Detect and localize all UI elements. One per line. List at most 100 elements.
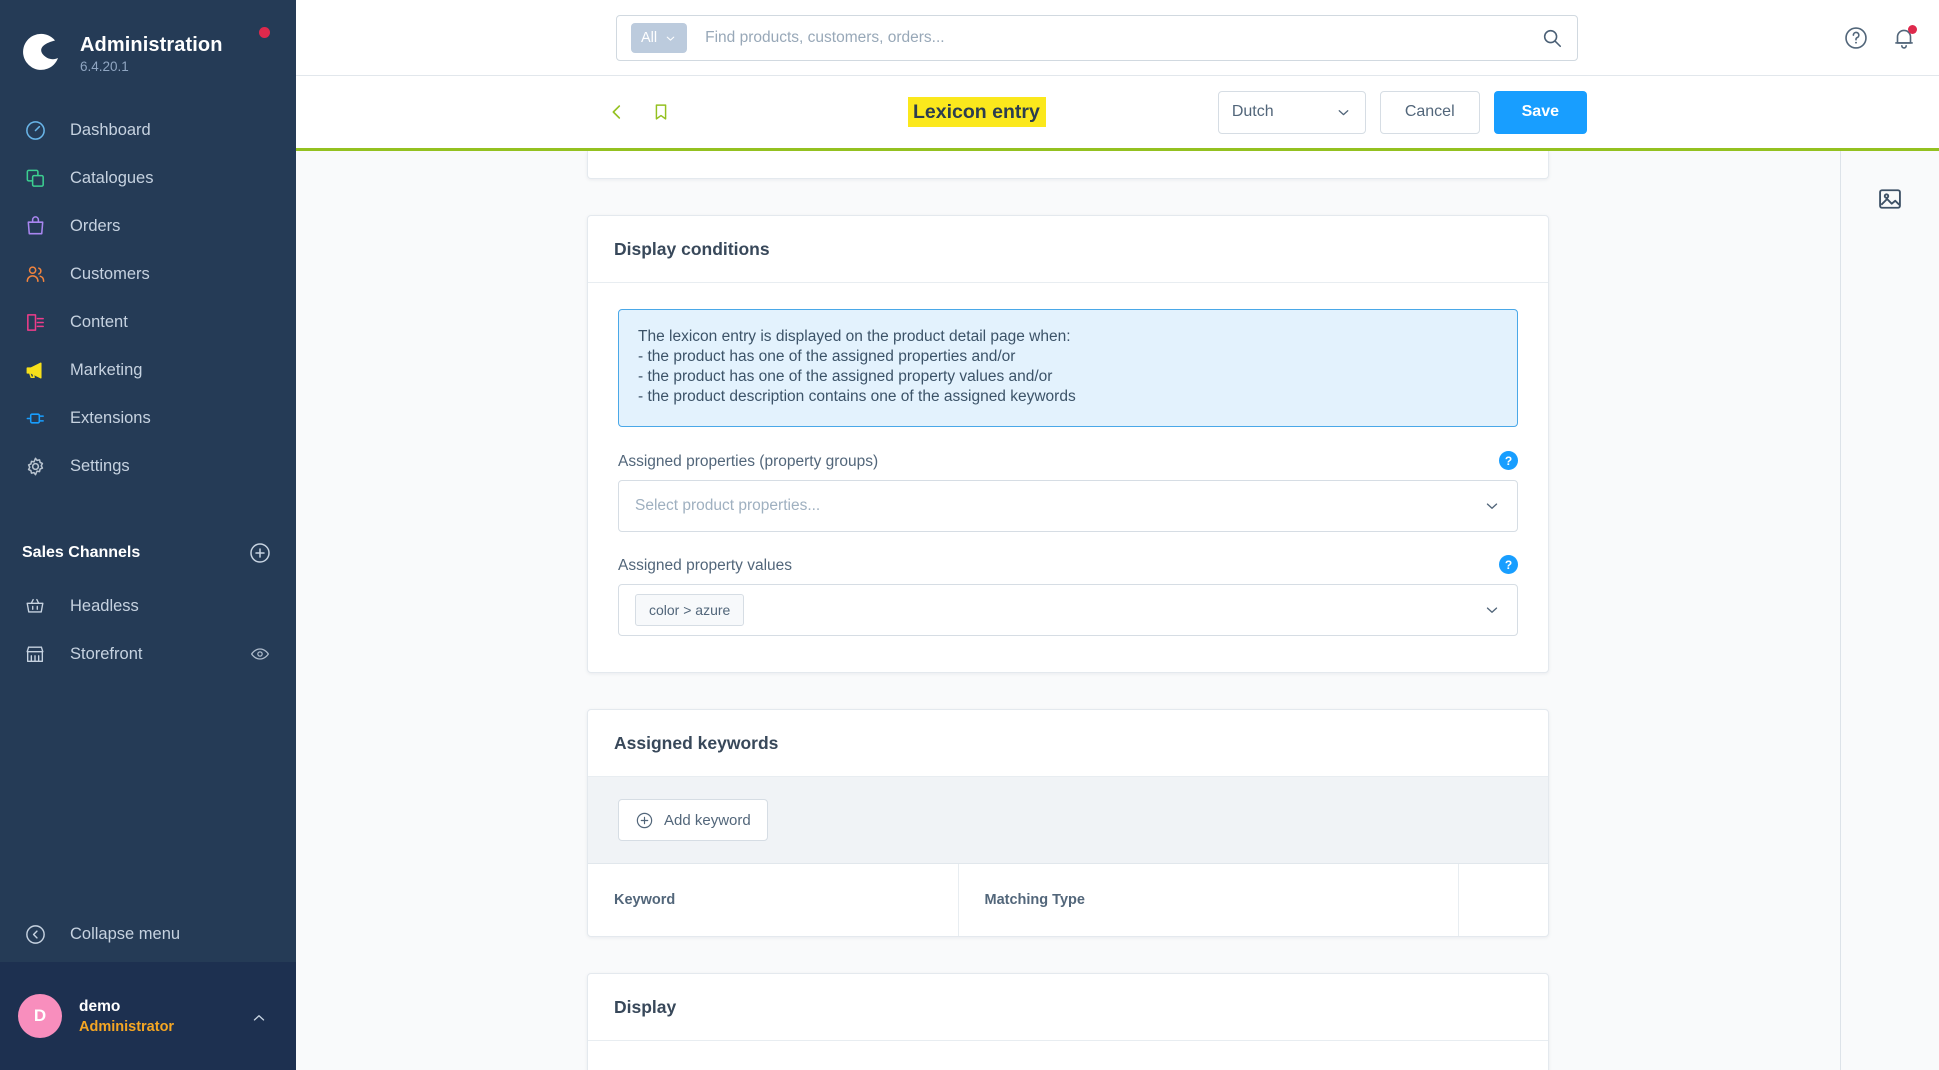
topbar: All: [296, 0, 1939, 76]
bookmark-icon[interactable]: [650, 101, 672, 123]
chevron-down-icon: [1483, 497, 1501, 515]
update-indicator-dot: [259, 27, 270, 38]
dashboard-icon: [22, 117, 48, 143]
customers-icon: [22, 261, 48, 287]
sidebar-item-settings[interactable]: Settings: [0, 442, 296, 490]
content-region: Display conditions The lexicon entry is …: [296, 151, 1939, 1070]
collapse-icon: [22, 921, 48, 947]
sidebar-item-label: Marketing: [70, 361, 143, 379]
preview-storefront-icon[interactable]: [250, 644, 270, 664]
sidebar: Administration 6.4.20.1 Dashboard Catalo…: [0, 0, 296, 1070]
sidebar-item-label: Storefront: [70, 645, 143, 663]
basket-icon: [22, 593, 48, 619]
add-sales-channel-button[interactable]: [248, 541, 272, 565]
brand-version: 6.4.20.1: [80, 59, 129, 74]
sidebar-item-dashboard[interactable]: Dashboard: [0, 106, 296, 154]
sidebar-item-marketing[interactable]: Marketing: [0, 346, 296, 394]
page-header-actions: Dutch Cancel Save: [1217, 76, 1587, 148]
page-title-wrap: Lexicon entry: [908, 76, 1046, 148]
assigned-keywords-title: Assigned keywords: [588, 710, 1548, 777]
help-icon[interactable]: ?: [1499, 451, 1518, 470]
add-keyword-label: Add keyword: [664, 811, 751, 829]
assigned-properties-label: Assigned properties (property groups): [618, 453, 879, 470]
cancel-button[interactable]: Cancel: [1379, 90, 1480, 134]
sidebar-item-label: Orders: [70, 217, 121, 235]
orders-icon: [22, 213, 48, 239]
marketing-icon: [22, 357, 48, 383]
sidebar-item-headless[interactable]: Headless: [0, 582, 296, 630]
help-icon[interactable]: ?: [1499, 555, 1518, 574]
shopware-logo-icon: [22, 33, 64, 75]
column-header-keyword[interactable]: Keyword: [588, 864, 959, 936]
content-icon: [22, 309, 48, 335]
column-header-matching-type[interactable]: Matching Type: [958, 864, 1459, 936]
property-value-chip[interactable]: color > azure: [635, 594, 745, 626]
notification-badge: [1908, 25, 1917, 34]
assigned-property-values-select[interactable]: color > azure: [618, 584, 1518, 636]
display-conditions-info: The lexicon entry is displayed on the pr…: [618, 309, 1518, 427]
display-conditions-title: Display conditions: [588, 216, 1548, 283]
sidebar-item-content[interactable]: Content: [0, 298, 296, 346]
sales-channels-list: Headless Storefront: [0, 582, 296, 678]
assigned-properties-select[interactable]: Select product properties...: [618, 480, 1518, 532]
sidebar-item-catalogues[interactable]: Catalogues: [0, 154, 296, 202]
extensions-icon: [22, 405, 48, 431]
sidebar-item-orders[interactable]: Orders: [0, 202, 296, 250]
sidebar-item-label: Headless: [70, 597, 139, 615]
brand-header[interactable]: Administration 6.4.20.1: [0, 0, 296, 86]
language-select[interactable]: Dutch: [1217, 90, 1366, 134]
search-icon[interactable]: [1541, 27, 1563, 49]
info-line-3: - the product has one of the assigned pr…: [638, 368, 1053, 385]
sidebar-item-label: Catalogues: [70, 169, 154, 187]
sidebar-item-storefront[interactable]: Storefront: [0, 630, 296, 678]
image-icon[interactable]: [1876, 185, 1904, 213]
store-icon: [22, 641, 48, 667]
collapse-menu-label: Collapse menu: [70, 924, 181, 943]
sales-channels-title: Sales Channels: [22, 544, 141, 561]
right-rail: [1840, 151, 1939, 1070]
search-scope-dropdown[interactable]: All: [631, 23, 688, 53]
save-button[interactable]: Save: [1493, 90, 1587, 134]
assigned-properties-field: Assigned properties (property groups) ? …: [618, 451, 1518, 532]
sidebar-nav: Dashboard Catalogues Orders Customers Co…: [0, 106, 296, 490]
display-conditions-card: Display conditions The lexicon entry is …: [587, 215, 1549, 673]
sidebar-item-customers[interactable]: Customers: [0, 250, 296, 298]
info-line-4: - the product description contains one o…: [638, 388, 1076, 405]
bell-icon[interactable]: [1891, 25, 1917, 51]
user-profile[interactable]: D demo Administrator: [0, 962, 296, 1070]
sidebar-item-extensions[interactable]: Extensions: [0, 394, 296, 442]
sidebar-item-label: Dashboard: [70, 121, 151, 139]
avatar: D: [18, 994, 62, 1038]
display-card-title: Display: [588, 974, 1548, 1041]
sales-channels-section: Sales Channels: [0, 538, 296, 568]
previous-card-partial: [587, 151, 1549, 179]
info-line-2: - the product has one of the assigned pr…: [638, 348, 1016, 365]
chevron-up-icon[interactable]: [250, 1009, 268, 1027]
user-name: demo: [79, 998, 121, 1015]
page-header: Lexicon entry Dutch Cancel Save: [296, 76, 1939, 151]
sidebar-item-label: Customers: [70, 265, 150, 283]
content-scroll-area[interactable]: Display conditions The lexicon entry is …: [296, 151, 1840, 1070]
plus-circle-icon: [635, 811, 654, 830]
catalogues-icon: [22, 165, 48, 191]
column-header-actions: [1458, 864, 1548, 936]
sidebar-item-label: Content: [70, 313, 128, 331]
chevron-down-icon: [1483, 601, 1501, 619]
collapse-menu-button[interactable]: Collapse menu: [0, 906, 296, 962]
sidebar-item-label: Extensions: [70, 409, 151, 427]
add-keyword-button[interactable]: Add keyword: [618, 799, 768, 841]
info-line-1: The lexicon entry is displayed on the pr…: [638, 328, 1071, 345]
chevron-left-icon[interactable]: [606, 101, 628, 123]
assigned-keywords-toolbar: Add keyword: [588, 777, 1548, 864]
search-input[interactable]: [705, 29, 1541, 47]
help-icon[interactable]: [1843, 25, 1869, 51]
page-title: Lexicon entry: [908, 97, 1046, 127]
app-root: Administration 6.4.20.1 Dashboard Catalo…: [0, 0, 1939, 1070]
assigned-property-values-field: Assigned property values ? color > azure: [618, 555, 1518, 636]
global-search[interactable]: All: [616, 15, 1578, 61]
display-card: Display: [587, 973, 1549, 1070]
page-header-left: [606, 76, 672, 148]
language-select-value: Dutch: [1231, 103, 1274, 120]
assigned-keywords-card: Assigned keywords Add keyword Keyword Ma…: [587, 709, 1549, 937]
brand-title: Administration: [80, 34, 223, 56]
